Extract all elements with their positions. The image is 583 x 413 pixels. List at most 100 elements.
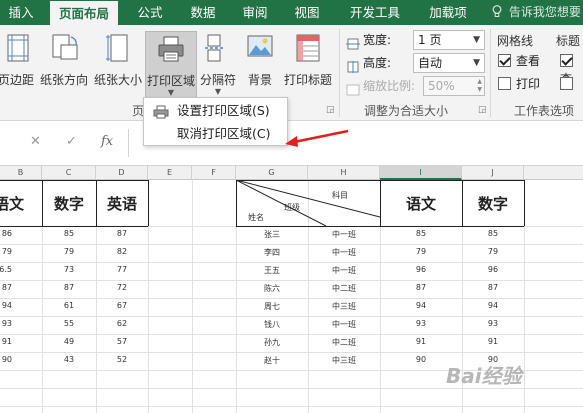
orientation-label: 纸张方向: [39, 73, 88, 87]
table-cell[interactable]: 94: [0, 301, 12, 310]
table-cell[interactable]: 中一班: [308, 265, 380, 276]
menu-item-clear-print-area[interactable]: 取消打印区域(C): [144, 123, 287, 145]
column-header-h[interactable]: H: [308, 166, 380, 180]
tab-addins[interactable]: 加载项: [420, 0, 476, 25]
tab-review[interactable]: 审阅: [234, 0, 276, 25]
table-cell[interactable]: 96: [380, 265, 462, 274]
tab-page-layout[interactable]: 页面布局: [50, 1, 118, 25]
tab-insert[interactable]: 插入: [2, 0, 40, 25]
checkbox-unchecked-icon: [560, 77, 573, 90]
table-cell[interactable]: 79: [462, 247, 524, 256]
tab-data[interactable]: 数据: [182, 0, 224, 25]
table-cell[interactable]: 中一班: [308, 229, 380, 240]
table-cell[interactable]: 79: [0, 247, 12, 256]
scale-spinner[interactable]: 50% ▲ ▼: [423, 76, 485, 96]
table-cell[interactable]: 82: [96, 247, 148, 256]
table-cell[interactable]: 91: [380, 337, 462, 346]
table-cell[interactable]: 61: [42, 301, 96, 310]
table-cell[interactable]: 90: [0, 355, 12, 364]
table-cell[interactable]: 91: [462, 337, 524, 346]
table-cell[interactable]: 49: [42, 337, 96, 346]
gridline: [0, 244, 583, 245]
table-cell[interactable]: 91: [0, 337, 12, 346]
table-cell[interactable]: 中二班: [308, 283, 380, 294]
table-cell[interactable]: 87: [380, 283, 462, 292]
column-header-c[interactable]: C: [42, 166, 96, 180]
table-cell[interactable]: 87: [42, 283, 96, 292]
orientation-button[interactable]: 纸张方向: [38, 31, 90, 115]
set-print-area-label: 设置打印区域(S): [177, 103, 270, 118]
scale-launcher-icon[interactable]: ◲: [478, 105, 487, 115]
headings-print-checkbox[interactable]: [560, 75, 578, 93]
table-cell[interactable]: 77: [96, 265, 148, 274]
column-header-g[interactable]: G: [236, 166, 308, 180]
tab-developer[interactable]: 开发工具: [340, 0, 410, 25]
table-cell[interactable]: 王五: [236, 265, 308, 276]
table-cell[interactable]: 43: [42, 355, 96, 364]
table-cell[interactable]: 中二班: [308, 337, 380, 348]
scale-icon: [346, 81, 360, 95]
table-cell[interactable]: 93: [380, 319, 462, 328]
table-cell[interactable]: 周七: [236, 301, 308, 312]
column-header-f[interactable]: F: [192, 166, 236, 180]
table-cell[interactable]: 87: [0, 283, 12, 292]
table-cell[interactable]: 93: [0, 319, 12, 328]
gridlines-view-checkbox[interactable]: 查看: [498, 52, 540, 70]
height-select[interactable]: 自动 ▼: [413, 53, 485, 73]
table-cell[interactable]: 李四: [236, 247, 308, 258]
column-header-e[interactable]: E: [148, 166, 192, 180]
menu-item-set-print-area[interactable]: 设置打印区域(S): [144, 100, 287, 122]
margins-button[interactable]: 页边距: [0, 31, 36, 115]
enter-icon[interactable]: ✓: [66, 134, 77, 149]
table-cell[interactable]: 钱八: [236, 319, 308, 330]
table-cell[interactable]: 85: [380, 229, 462, 238]
tell-me-box[interactable]: 告诉我您想要做: [492, 0, 583, 44]
column-header-i[interactable]: I: [380, 166, 462, 180]
table-cell[interactable]: 张三: [236, 229, 308, 240]
table-cell[interactable]: 中三班: [308, 301, 380, 312]
print-titles-label: 打印标题: [283, 73, 332, 87]
headings-view-checkbox[interactable]: 查: [560, 52, 583, 86]
table-cell[interactable]: 87: [462, 283, 524, 292]
table-cell[interactable]: 94: [462, 301, 524, 310]
width-select[interactable]: 1 页 ▼: [413, 30, 485, 50]
table-cell[interactable]: 52: [96, 355, 148, 364]
print-titles-button[interactable]: 打印标题: [280, 31, 336, 115]
table-cell[interactable]: 57: [96, 337, 148, 346]
table-cell[interactable]: 62: [96, 319, 148, 328]
table-cell[interactable]: 中一班: [308, 247, 380, 258]
height-label: 高度:: [363, 56, 392, 70]
table-cell[interactable]: 73: [42, 265, 96, 274]
table-cell[interactable]: 96: [462, 265, 524, 274]
table-cell[interactable]: 孙九: [236, 337, 308, 348]
table-cell[interactable]: 85: [462, 229, 524, 238]
cancel-icon[interactable]: ✕: [30, 134, 41, 149]
table-cell[interactable]: 赵十: [236, 355, 308, 366]
clear-print-area-label: 取消打印区域(C): [177, 126, 271, 141]
tab-formulas[interactable]: 公式: [130, 0, 170, 25]
table-cell[interactable]: 72: [96, 283, 148, 292]
page-setup-launcher-icon[interactable]: ◲: [326, 105, 335, 115]
table-cell[interactable]: 中三班: [308, 355, 380, 366]
diag-header-subject: 科目: [332, 191, 348, 200]
table-cell[interactable]: 93: [462, 319, 524, 328]
column-header-b[interactable]: B: [0, 166, 42, 180]
table-cell[interactable]: 94: [380, 301, 462, 310]
insert-function-icon[interactable]: fx: [101, 134, 113, 149]
table-cell[interactable]: 67: [96, 301, 148, 310]
column-header-d[interactable]: D: [96, 166, 148, 180]
table-cell[interactable]: 陈六: [236, 283, 308, 294]
table-cell[interactable]: 79: [380, 247, 462, 256]
ribbon-tab-bar: 插入 页面布局 公式 数据 审阅 视图 开发工具 加载项 告诉我您想要做: [0, 0, 583, 44]
table-cell[interactable]: 85: [42, 229, 96, 238]
table-cell[interactable]: 86: [0, 229, 12, 238]
column-header-j[interactable]: J: [462, 166, 524, 180]
table-cell[interactable]: 87: [96, 229, 148, 238]
table-cell[interactable]: 55: [42, 319, 96, 328]
table-cell[interactable]: 6.5: [0, 265, 12, 274]
table-cell[interactable]: 中一班: [308, 319, 380, 330]
table-cell[interactable]: 79: [42, 247, 96, 256]
tab-view[interactable]: 视图: [286, 0, 328, 25]
gridlines-print-checkbox[interactable]: 打印: [498, 75, 540, 93]
width-label: 宽度:: [363, 33, 392, 47]
